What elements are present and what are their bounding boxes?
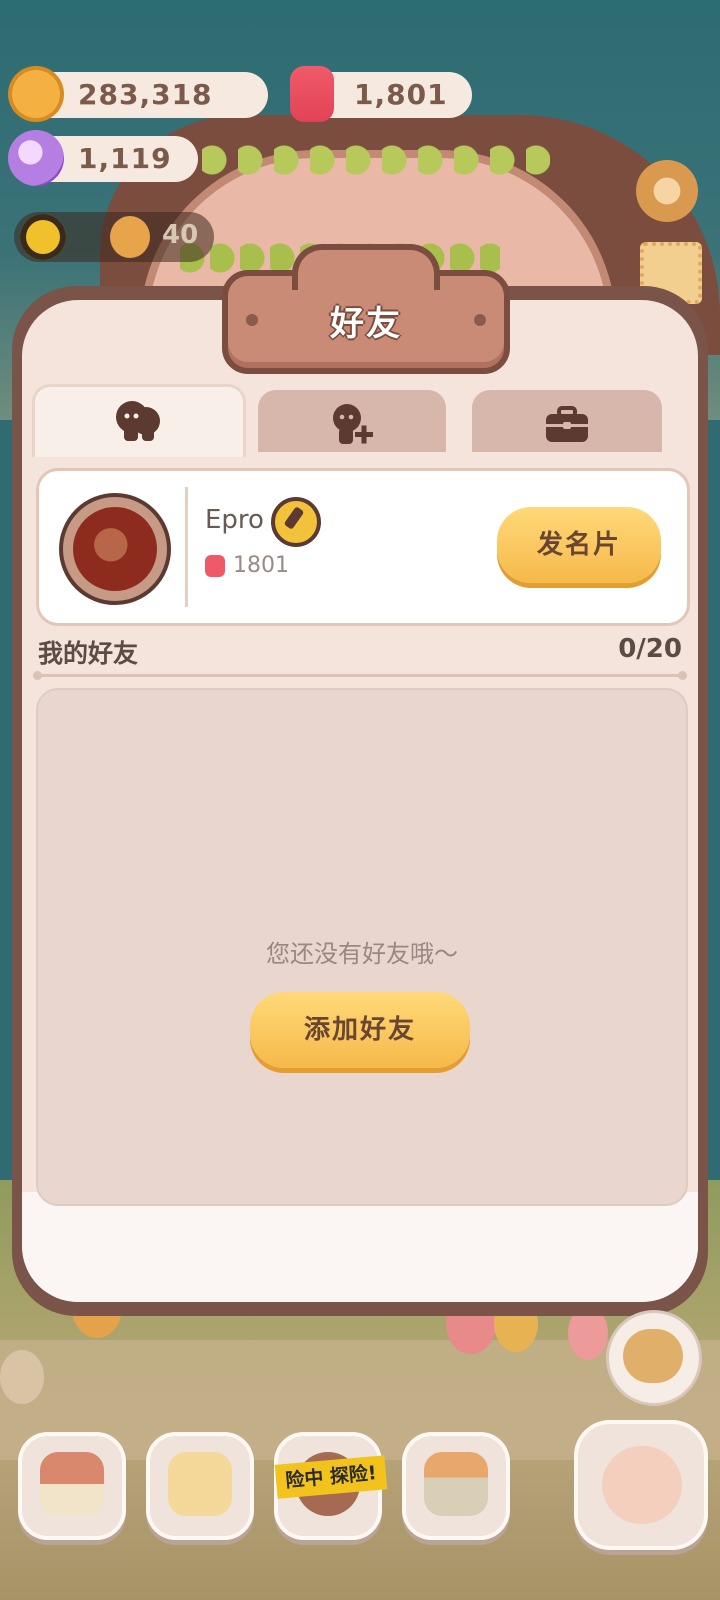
crystal-value: 1,119 (78, 142, 172, 175)
level-value: 40 (162, 220, 199, 250)
friends-section-title: 我的好友 (38, 639, 139, 668)
coin-value: 283,318 (78, 78, 213, 111)
edit-name-icon[interactable] (271, 497, 321, 547)
profile-card: Epro 1801 发名片 (36, 468, 690, 626)
modal-title: 好友 (330, 304, 402, 344)
cat-character-icon (623, 1329, 683, 1383)
player-candle-count: 1801 (233, 553, 289, 578)
avatar-portrait (73, 507, 157, 591)
candle-icon-small (205, 555, 225, 577)
friends-icon (116, 401, 160, 441)
nav-journal-button[interactable] (146, 1432, 254, 1540)
cookie-face-icon (110, 216, 150, 258)
cookie-coin-icon (8, 66, 64, 122)
quest-bubble[interactable] (606, 1310, 702, 1406)
sun-icon (20, 214, 66, 260)
tab-friends[interactable] (32, 384, 246, 457)
candle-icon (290, 66, 334, 122)
modal-title-plate: 好友 (222, 244, 510, 374)
nav-shop-button[interactable] (402, 1432, 510, 1540)
mushroom-house-icon (40, 1452, 104, 1516)
candle-value: 1,801 (354, 78, 448, 111)
level-bar[interactable]: 40 (14, 212, 214, 262)
notebook-icon (168, 1452, 232, 1516)
cookie-character-sunglasses[interactable] (0, 1350, 44, 1404)
nav-pet-button[interactable] (574, 1420, 708, 1550)
briefcase-icon (546, 406, 588, 442)
player-name: Epro (205, 505, 264, 535)
shop-stall-icon (424, 1452, 488, 1516)
friends-count: 0/20 (618, 634, 682, 664)
nav-build-button[interactable] (18, 1432, 126, 1540)
settings-gear-icon[interactable] (636, 160, 698, 222)
friends-list[interactable]: 您还没有好友哦～ 添加好友 (36, 688, 688, 1206)
crystal-counter[interactable]: 1,119 (8, 130, 198, 186)
tab-add-friend[interactable] (258, 390, 446, 452)
send-card-button[interactable]: 发名片 (497, 507, 661, 583)
crystal-icon (8, 130, 64, 186)
section-divider (33, 671, 687, 680)
coin-counter[interactable]: 283,318 (8, 66, 268, 122)
modal-footer (22, 1192, 698, 1302)
add-friend-icon (333, 404, 373, 444)
pet-fish-icon (602, 1446, 682, 1524)
empty-friends-message: 您还没有好友哦～ (266, 940, 458, 968)
candle-counter[interactable]: 1,801 (290, 66, 472, 122)
title-plate-top (292, 244, 440, 290)
avatar[interactable] (59, 493, 171, 605)
profile-divider (185, 487, 188, 607)
tab-gift[interactable] (472, 390, 662, 452)
add-friend-button[interactable]: 添加好友 (250, 992, 470, 1068)
